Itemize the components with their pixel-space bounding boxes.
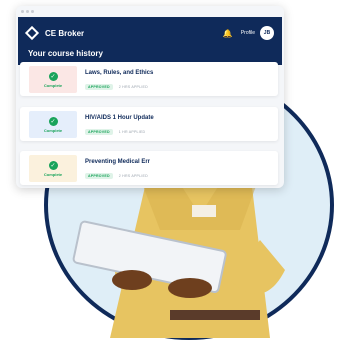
course-status-row: APPROVED 1 HR APPLIED: [85, 129, 145, 135]
course-thumbnail: ✓ Complete: [29, 111, 77, 138]
check-circle-icon: ✓: [48, 160, 58, 170]
window-dot: [21, 10, 24, 13]
status-badge: APPROVED: [85, 129, 113, 135]
window-dot: [26, 10, 29, 13]
check-circle-icon: ✓: [48, 71, 58, 81]
app-header: CE Broker 🔔 Profile JB: [18, 17, 282, 49]
hours-applied: 1 HR APPLIED: [118, 130, 146, 134]
ce-broker-logo-icon: [24, 25, 40, 41]
thumbnail-status-label: Complete: [43, 82, 63, 88]
status-badge: APPROVED: [85, 84, 113, 90]
course-title[interactable]: HIV/AIDS 1 Hour Update: [85, 115, 154, 121]
section-title: Your course history: [28, 49, 103, 58]
avatar[interactable]: JB: [260, 26, 274, 40]
bell-icon[interactable]: 🔔: [223, 29, 233, 38]
profile-label[interactable]: Profile: [241, 30, 255, 36]
window-titlebar: [16, 6, 284, 17]
course-status-row: APPROVED 2 HRS APPLIED: [85, 173, 148, 179]
course-card[interactable]: ✓ Complete HIV/AIDS 1 Hour Update APPROV…: [20, 107, 278, 141]
course-status-row: APPROVED 2 HRS APPLIED: [85, 84, 148, 90]
brand-name: CE Broker: [45, 28, 85, 38]
course-card[interactable]: ✓ Complete Laws, Rules, and Ethics APPRO…: [20, 62, 278, 96]
window-dot: [31, 10, 34, 13]
status-badge: APPROVED: [85, 173, 113, 179]
course-card[interactable]: ✓ Complete Preventing Medical Err APPROV…: [20, 151, 278, 185]
course-title[interactable]: Preventing Medical Err: [85, 159, 150, 165]
course-thumbnail: ✓ Complete: [29, 66, 77, 93]
thumbnail-status-label: Complete: [43, 171, 63, 177]
check-circle-icon: ✓: [48, 116, 58, 126]
course-title[interactable]: Laws, Rules, and Ethics: [85, 70, 153, 76]
thumbnail-status-label: Complete: [43, 127, 63, 133]
hours-applied: 2 HRS APPLIED: [118, 174, 148, 178]
course-thumbnail: ✓ Complete: [29, 155, 77, 182]
hours-applied: 2 HRS APPLIED: [118, 85, 148, 89]
